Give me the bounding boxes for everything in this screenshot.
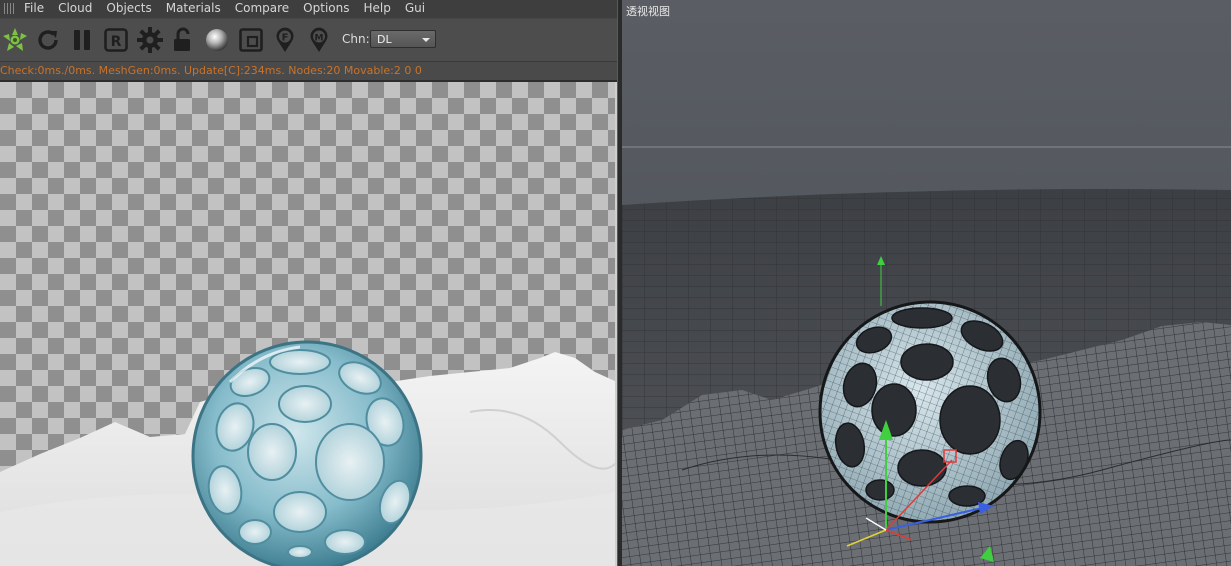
svg-text:F: F <box>282 33 289 44</box>
menu-items: File Cloud Objects Materials Compare Opt… <box>24 0 439 17</box>
menu-help[interactable]: Help <box>363 0 397 17</box>
viewport-title: 透视视图 <box>626 5 670 18</box>
settings-gear-icon[interactable] <box>135 25 165 55</box>
render-stats: Check:0ms./0ms. MeshGen:0ms. Update[C]:2… <box>0 62 617 80</box>
channel-select[interactable]: DL <box>370 30 436 48</box>
reset-r-icon[interactable]: R <box>101 25 131 55</box>
menu-options[interactable]: Options <box>303 0 356 17</box>
render-image <box>0 340 617 566</box>
viewer-toolbar: R F M Chn: DL <box>0 19 617 62</box>
channel-select-value: DL <box>377 33 392 46</box>
lock-icon[interactable] <box>168 25 198 55</box>
pause-icon[interactable] <box>67 25 97 55</box>
octane-logo-icon[interactable] <box>0 25 30 55</box>
material-pin-icon[interactable]: M <box>304 25 334 55</box>
svg-text:R: R <box>111 34 122 50</box>
drag-grip-icon[interactable] <box>4 3 14 14</box>
menu-objects[interactable]: Objects <box>106 0 158 17</box>
menu-compare[interactable]: Compare <box>235 0 296 17</box>
menu-file[interactable]: File <box>24 0 51 17</box>
viewport-scene <box>622 0 1231 566</box>
perspective-viewport[interactable]: 透视视图 <box>622 0 1231 566</box>
focus-pin-icon[interactable]: F <box>270 25 300 55</box>
refresh-icon[interactable] <box>33 25 63 55</box>
menu-gui[interactable]: Gui <box>405 0 432 17</box>
chevron-down-icon <box>422 38 430 42</box>
menu-cloud[interactable]: Cloud <box>58 0 99 17</box>
channel-label: Chn: <box>342 32 370 46</box>
material-ball-icon[interactable] <box>202 25 232 55</box>
region-render-icon[interactable] <box>236 25 266 55</box>
menu-bar: File Cloud Objects Materials Compare Opt… <box>0 0 617 18</box>
render-canvas[interactable] <box>0 82 617 566</box>
svg-text:M: M <box>315 34 324 44</box>
octane-live-viewer: File Cloud Objects Materials Compare Opt… <box>0 0 617 566</box>
menu-materials[interactable]: Materials <box>166 0 228 17</box>
